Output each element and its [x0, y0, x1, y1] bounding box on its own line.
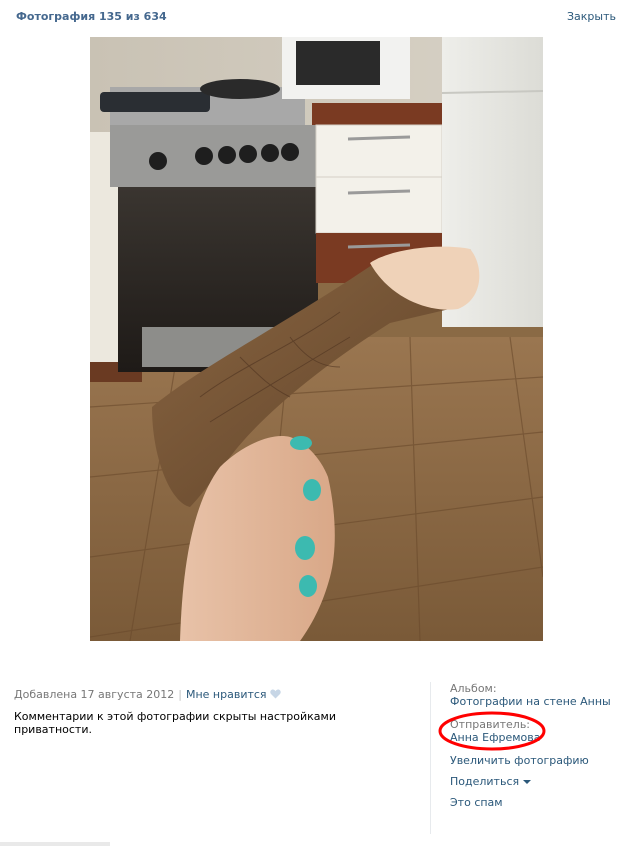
photo-info: Добавлена 17 августа 2012 | Мне нравится К…	[14, 688, 414, 736]
bottom-divider	[0, 842, 110, 846]
photo-meta-line: Добавлена 17 августа 2012 | Мне нравится	[14, 688, 414, 702]
photo-illustration	[90, 37, 543, 641]
report-spam-link[interactable]: Это спам	[450, 796, 620, 810]
share-menu[interactable]: Поделиться	[450, 775, 620, 789]
photo-image[interactable]	[90, 37, 543, 641]
photo-viewer-header: Фотография 135 из 634 Закрыть	[16, 10, 616, 26]
photo-sidebar: Альбом: Фотографии на стене Анны Отправи…	[430, 682, 620, 834]
sender-block: Отправитель: Анна Ефремова	[438, 711, 620, 751]
like-button[interactable]: Мне нравится	[186, 688, 281, 701]
sender-label: Отправитель:	[450, 718, 531, 731]
close-link[interactable]: Закрыть	[567, 10, 616, 23]
share-label: Поделиться	[450, 775, 520, 788]
album-link[interactable]: Фотографии на стене Анны	[450, 695, 620, 709]
like-label: Мне нравится	[185, 688, 267, 701]
chevron-down-icon	[523, 780, 532, 784]
meta-separator: |	[178, 688, 182, 701]
heart-icon	[269, 689, 281, 699]
album-block: Альбом: Фотографии на стене Анны	[450, 682, 620, 709]
sender-link[interactable]: Анна Ефремова	[450, 731, 620, 745]
album-label: Альбом:	[450, 682, 497, 695]
comments-hidden-note: Комментарии к этой фотографии скрыты нас…	[14, 710, 336, 736]
added-date: Добавлена 17 августа 2012	[14, 688, 175, 701]
enlarge-photo-link[interactable]: Увеличить фотографию	[450, 754, 620, 768]
photo-counter-title: Фотография 135 из 634	[16, 10, 167, 23]
